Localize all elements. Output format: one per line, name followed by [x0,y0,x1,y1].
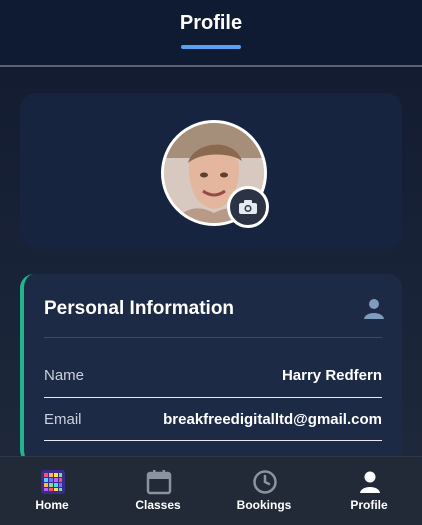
personal-information-card: Personal Information Name Harry Redfern … [20,274,402,464]
clock-icon [253,470,277,494]
tab-home[interactable]: Home [12,457,92,525]
tab-classes[interactable]: Classes [118,457,198,525]
top-header: Profile [0,0,422,67]
home-grid-icon [41,470,65,494]
name-label: Name [44,367,85,384]
tab-bookings-label: Bookings [236,498,292,512]
tab-bookings[interactable]: Bookings [224,457,304,525]
row-divider [44,397,382,398]
calendar-icon [146,470,172,495]
person-icon [364,299,384,319]
tab-profile-label: Profile [350,498,388,512]
row-divider [44,440,382,441]
person-icon [360,471,380,493]
tab-home-label: Home [35,498,69,512]
profile-photo-card [20,93,402,249]
email-label: Email [44,411,82,428]
bottom-tab-bar: Home Classes Bookings Profile [0,456,422,525]
info-row-name: Name Harry Redfern [44,367,382,389]
tab-profile[interactable]: Profile [329,457,409,525]
title-underline [181,45,241,49]
change-photo-button[interactable] [227,186,269,228]
name-value: Harry Redfern [281,367,382,384]
section-title: Personal Information [44,298,235,319]
section-divider [44,337,382,338]
camera-icon [239,200,257,214]
email-value: breakfreedigitalltd@gmail.com [163,411,382,428]
page-title: Profile [179,12,243,34]
tab-classes-label: Classes [135,498,181,512]
info-row-email: Email breakfreedigitalltd@gmail.com [44,411,382,433]
